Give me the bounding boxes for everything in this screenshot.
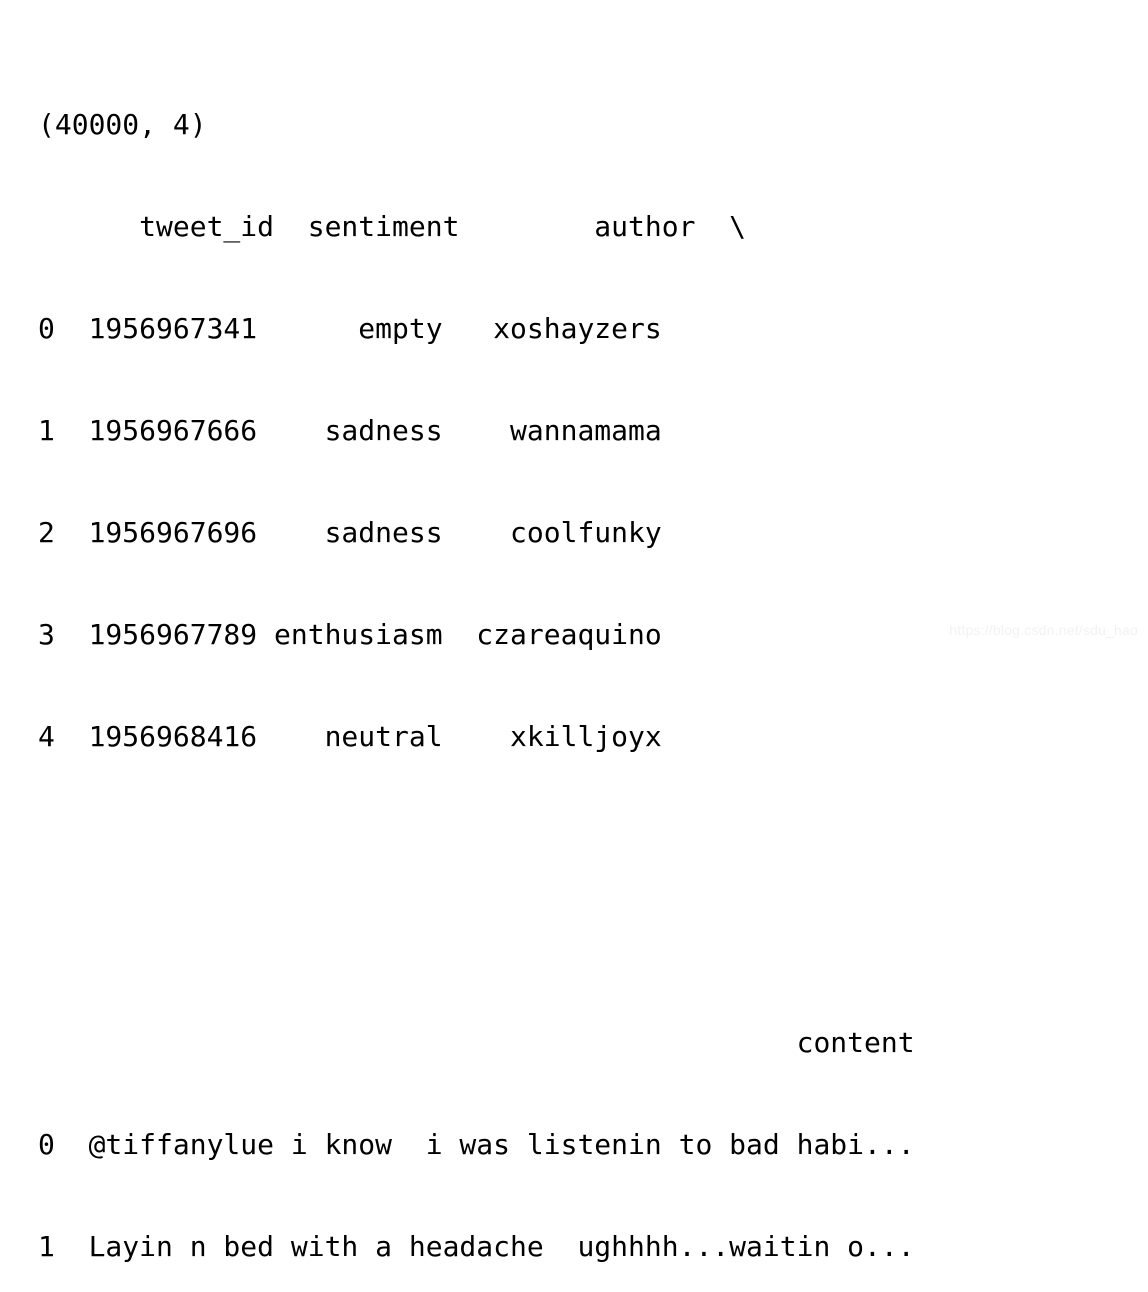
- output-line-shape: (40000, 4): [38, 108, 207, 141]
- table-row: 1 Layin n bed with a headache ughhhh...w…: [38, 1230, 915, 1263]
- output-line-header-2: content: [38, 1026, 915, 1059]
- table-row: 0 @tiffanylue i know i was listenin to b…: [38, 1128, 915, 1161]
- output-line-blank: [38, 822, 1148, 856]
- table-row: 2 1956967696 sadness coolfunky: [38, 516, 662, 549]
- output-line-blank: [38, 924, 1148, 958]
- output-line-header-1: tweet_id sentiment author \: [38, 210, 747, 243]
- console-output-block: (40000, 4) tweet_id sentiment author \ 0…: [38, 6, 1148, 1292]
- table-row: 1 1956967666 sadness wannamama: [38, 414, 662, 447]
- table-row: 0 1956967341 empty xoshayzers: [38, 312, 662, 345]
- table-row: 3 1956967789 enthusiasm czareaquino: [38, 618, 662, 651]
- table-row: 4 1956968416 neutral xkilljoyx: [38, 720, 662, 753]
